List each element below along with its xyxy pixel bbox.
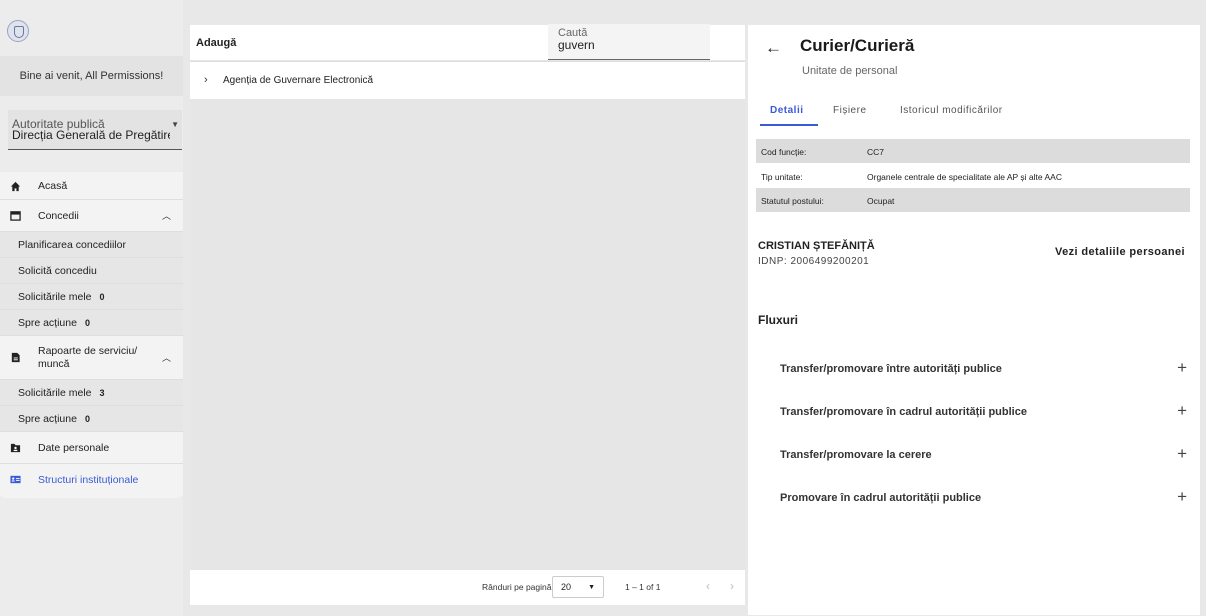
count-badge: 0: [84, 413, 90, 424]
sidebar-item-solicita-concediu[interactable]: Solicită concediu: [0, 258, 183, 284]
caret-down-icon: ▼: [588, 584, 595, 591]
welcome-message: Bine ai venit, All Permissions!: [0, 56, 183, 96]
tab-detalii[interactable]: Detalii: [770, 105, 804, 116]
page-size-select[interactable]: 20 ▼: [552, 576, 604, 598]
plus-icon[interactable]: +: [1177, 358, 1187, 378]
tab-istoricul-modificarilor[interactable]: Istoricul modificărilor: [900, 105, 1003, 116]
tree-node-label: Agenția de Guvernare Electronică: [223, 75, 374, 86]
flow-label: Transfer/promovare între autorități publ…: [780, 363, 1002, 375]
person-name: CRISTIAN ȘTEFĂNIȚĂ: [758, 240, 875, 252]
flow-label: Promovare în cadrul autorității publice: [780, 492, 982, 504]
chevron-up-icon: ︿: [161, 211, 171, 221]
detail-row-value: CC7: [867, 147, 885, 157]
sidebar-item-acasa[interactable]: Acasă: [0, 172, 183, 200]
add-button[interactable]: Adaugă: [196, 37, 236, 49]
document-icon: [11, 352, 20, 363]
sidebar-item-date-personale[interactable]: Date personale: [0, 432, 183, 464]
back-arrow-icon[interactable]: ←: [765, 38, 782, 58]
detail-subtitle: Unitate de personal: [802, 65, 898, 77]
person-idnp: IDNP: 2006499200201: [758, 256, 870, 267]
folder-person-icon: [10, 443, 21, 453]
coat-of-arms-logo[interactable]: [7, 20, 29, 42]
active-tab-indicator: [760, 124, 818, 126]
sidebar-item-concedii[interactable]: Concedii ︿: [0, 200, 183, 232]
sidebar-item-spre-actiune-concedii[interactable]: Spre acțiune 0: [0, 310, 183, 336]
detail-row-key: Statutul postului:: [761, 196, 824, 206]
flow-label: Transfer/promovare în cadrul autorității…: [780, 406, 1027, 418]
flow-label: Transfer/promovare la cerere: [780, 449, 932, 461]
previous-page-button[interactable]: ‹: [706, 579, 710, 593]
tree-row[interactable]: › Agenția de Guvernare Electronică: [190, 61, 745, 99]
flow-item[interactable]: Promovare în cadrul autorității publice …: [758, 484, 1194, 524]
flow-item[interactable]: Transfer/promovare în cadrul autorității…: [758, 398, 1194, 438]
sidebar-item-planificarea-concediilor[interactable]: Planificarea concediilor: [0, 232, 183, 258]
authority-select-value: Direcția Generală de Pregătire: [12, 128, 170, 142]
detail-row: Tip unitate: Organele centrale de specia…: [756, 164, 1190, 188]
tree-panel: [190, 25, 745, 605]
sidebar-menu: Acasă Concedii ︿ Planificarea concediilo…: [0, 172, 183, 498]
detail-row: Statutul postului: Ocupat: [756, 188, 1190, 212]
next-page-button[interactable]: ›: [730, 579, 734, 593]
plus-icon[interactable]: +: [1177, 401, 1187, 421]
flow-item[interactable]: Transfer/promovare între autorități publ…: [758, 355, 1194, 395]
count-badge: 0: [84, 317, 90, 328]
detail-panel: ← Curier/Curieră Unitate de personal Det…: [748, 25, 1200, 615]
id-card-icon: [10, 475, 21, 484]
sidebar-item-solicitarile-mele-rapoarte[interactable]: Solicitările mele 3: [0, 380, 183, 406]
count-badge: 3: [99, 387, 105, 398]
plus-icon[interactable]: +: [1177, 444, 1187, 464]
detail-row-value: Organele centrale de specialitate ale AP…: [867, 172, 1062, 182]
sidebar-item-solicitarile-mele-concedii[interactable]: Solicitările mele 0: [0, 284, 183, 310]
home-icon: [10, 181, 21, 192]
paginator: Rânduri pe pagină 20 ▼ 1 – 1 of 1 ‹ ›: [190, 570, 745, 605]
sidebar-item-structuri-institutionale[interactable]: Structuri instituționale: [0, 464, 183, 496]
caret-down-icon: ▼: [171, 120, 179, 129]
flows-heading: Fluxuri: [758, 313, 799, 327]
view-person-details-link[interactable]: Vezi detaliile persoanei: [1055, 246, 1185, 258]
flow-item[interactable]: Transfer/promovare la cerere +: [758, 441, 1194, 481]
detail-row: Cod funcție: CC7: [756, 139, 1190, 163]
chevron-up-icon: ︿: [161, 353, 171, 363]
rows-per-page-label: Rânduri pe pagină: [482, 582, 552, 592]
page-range: 1 – 1 of 1: [625, 582, 661, 592]
detail-title: Curier/Curieră: [800, 36, 915, 55]
search-field[interactable]: Caută: [548, 24, 710, 60]
detail-row-key: Tip unitate:: [761, 172, 803, 182]
search-input[interactable]: [558, 38, 703, 52]
detail-row-value: Ocupat: [867, 196, 895, 206]
sidebar-item-rapoarte[interactable]: Rapoarte de serviciu/ muncă ︿: [0, 336, 183, 380]
count-badge: 0: [99, 291, 105, 302]
calendar-icon: [10, 211, 21, 221]
plus-icon[interactable]: +: [1177, 487, 1187, 507]
chevron-right-icon[interactable]: ›: [204, 74, 208, 86]
authority-select[interactable]: Autoritate publică Direcția Generală de …: [8, 110, 182, 150]
tab-fisiere[interactable]: Fișiere: [833, 105, 867, 116]
detail-row-key: Cod funcție:: [761, 147, 807, 157]
sidebar-item-spre-actiune-rapoarte[interactable]: Spre acțiune 0: [0, 406, 183, 432]
page-size-value: 20: [561, 582, 572, 592]
